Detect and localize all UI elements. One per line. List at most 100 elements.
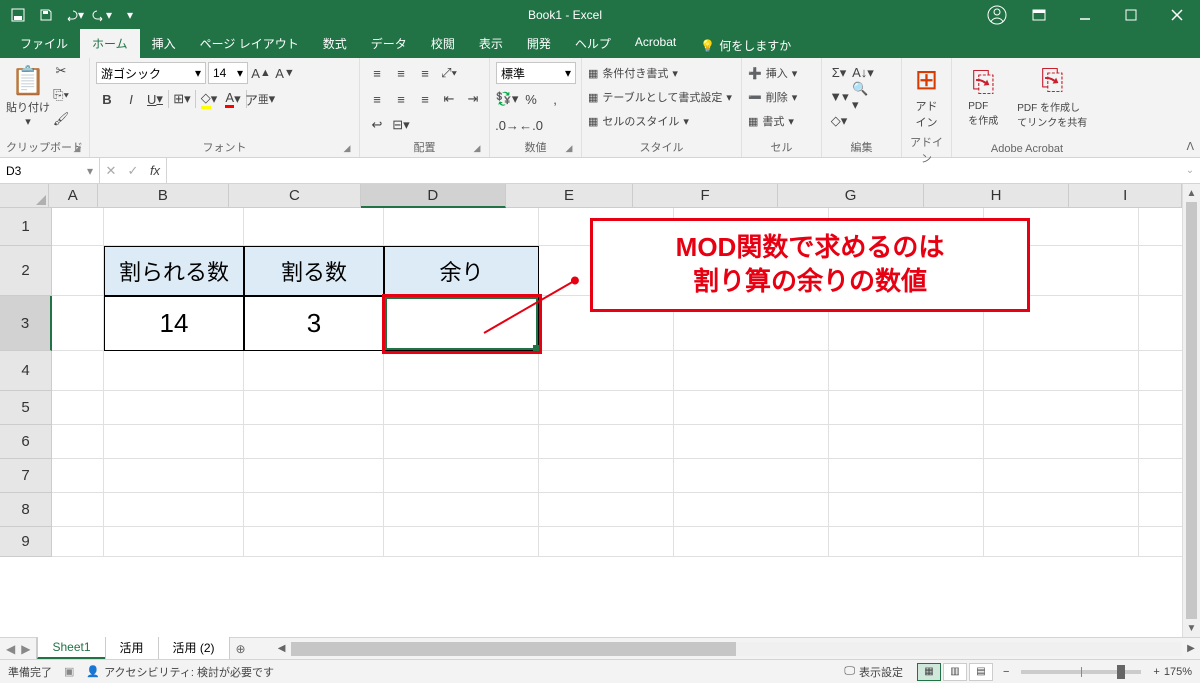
merge-button[interactable]: ⊟▾ xyxy=(390,114,412,136)
row-header-3[interactable]: 3 xyxy=(0,296,52,351)
cell-A6[interactable] xyxy=(52,425,104,459)
cell-A5[interactable] xyxy=(52,391,104,425)
macro-record-icon[interactable]: ▣ xyxy=(64,665,74,678)
cell-I7[interactable] xyxy=(1139,459,1182,493)
cell-F6[interactable] xyxy=(674,425,829,459)
scroll-left-button[interactable]: ◀ xyxy=(273,643,291,654)
cell-I8[interactable] xyxy=(1139,493,1182,527)
cell-G8[interactable] xyxy=(829,493,984,527)
align-center-button[interactable]: ≡ xyxy=(390,88,412,110)
horizontal-scrollbar[interactable]: ◀ ▶ xyxy=(273,638,1200,659)
scroll-right-button[interactable]: ▶ xyxy=(1182,643,1200,654)
number-format-select[interactable]: 標準▾ xyxy=(496,62,576,84)
cell-D1[interactable] xyxy=(384,208,539,246)
zoom-in-button[interactable]: + xyxy=(1153,666,1159,678)
vscroll-thumb[interactable] xyxy=(1186,202,1197,619)
tab-データ[interactable]: データ xyxy=(359,29,419,58)
cell-E7[interactable] xyxy=(539,459,674,493)
cell-D8[interactable] xyxy=(384,493,539,527)
cell-G9[interactable] xyxy=(829,527,984,557)
cell-B6[interactable] xyxy=(104,425,244,459)
cell-C5[interactable] xyxy=(244,391,384,425)
cell-E6[interactable] xyxy=(539,425,674,459)
indent-inc-button[interactable]: ⇥ xyxy=(462,88,484,110)
select-all-corner[interactable] xyxy=(0,184,49,208)
cell-D7[interactable] xyxy=(384,459,539,493)
accounting-button[interactable]: 💱▾ xyxy=(496,88,518,110)
accessibility-status[interactable]: アクセシビリティ: 検討が必要です xyxy=(104,664,274,680)
cell-H8[interactable] xyxy=(984,493,1139,527)
tab-開発[interactable]: 開発 xyxy=(515,29,563,58)
align-left-button[interactable]: ≡ xyxy=(366,88,388,110)
wrap-text-button[interactable]: ↩ xyxy=(366,114,388,136)
collapse-ribbon-button[interactable]: ᐱ xyxy=(1186,140,1194,153)
cell-I9[interactable] xyxy=(1139,527,1182,557)
cell-A7[interactable] xyxy=(52,459,104,493)
cell-E8[interactable] xyxy=(539,493,674,527)
normal-view-button[interactable]: ▦ xyxy=(917,663,941,681)
row-header-5[interactable]: 5 xyxy=(0,391,52,425)
sheet-nav[interactable]: ◀▶ xyxy=(0,638,37,659)
col-header-E[interactable]: E xyxy=(506,184,633,208)
paste-button[interactable]: 📋 貼り付け▾ xyxy=(6,60,50,132)
cell-B1[interactable] xyxy=(104,208,244,246)
align-launcher[interactable]: ◢ xyxy=(471,143,483,155)
cell-I1[interactable] xyxy=(1139,208,1182,246)
cell-E5[interactable] xyxy=(539,391,674,425)
format-cells-button[interactable]: ▦書式▾ xyxy=(748,110,794,132)
tell-me[interactable]: 💡 何をしますか xyxy=(700,37,791,58)
font-name-select[interactable]: 游ゴシック▾ xyxy=(96,62,206,84)
insert-function-button[interactable]: fx xyxy=(144,160,166,182)
cell-B8[interactable] xyxy=(104,493,244,527)
row-header-1[interactable]: 1 xyxy=(0,208,52,246)
cell-D9[interactable] xyxy=(384,527,539,557)
cell-E4[interactable] xyxy=(539,351,674,391)
cell-F7[interactable] xyxy=(674,459,829,493)
col-header-B[interactable]: B xyxy=(98,184,229,208)
cell-A8[interactable] xyxy=(52,493,104,527)
clipboard-launcher[interactable]: ◢ xyxy=(71,143,83,155)
pdf-create-button[interactable]: ⎘ PDF を作成 xyxy=(958,60,1009,132)
shrink-font-button[interactable]: A▼ xyxy=(274,62,296,84)
cell-A1[interactable] xyxy=(52,208,104,246)
cell-E9[interactable] xyxy=(539,527,674,557)
comma-button[interactable]: , xyxy=(544,88,566,110)
cell-I3[interactable] xyxy=(1139,296,1182,351)
cell-B7[interactable] xyxy=(104,459,244,493)
qat-customize[interactable]: ▾ xyxy=(118,3,142,27)
row-header-2[interactable]: 2 xyxy=(0,246,52,296)
cell-D5[interactable] xyxy=(384,391,539,425)
row-header-8[interactable]: 8 xyxy=(0,493,52,527)
font-size-select[interactable]: 14▾ xyxy=(208,62,248,84)
decrease-decimal-button[interactable]: ←.0 xyxy=(520,114,542,136)
redo-button[interactable]: ▾ xyxy=(90,3,114,27)
cell-G4[interactable] xyxy=(829,351,984,391)
cell-C6[interactable] xyxy=(244,425,384,459)
cell-C4[interactable] xyxy=(244,351,384,391)
delete-cells-button[interactable]: ➖削除▾ xyxy=(748,86,797,108)
formula-input[interactable] xyxy=(167,158,1180,183)
cell-F9[interactable] xyxy=(674,527,829,557)
col-header-A[interactable]: A xyxy=(49,184,98,208)
cells-area[interactable]: 割られる数割る数余り143 MOD関数で求めるのは 割り算の余りの数値 xyxy=(52,208,1182,557)
cell-D2[interactable]: 余り xyxy=(384,246,539,296)
borders-button[interactable]: ⊞▾ xyxy=(171,88,193,110)
save-button[interactable] xyxy=(34,3,58,27)
cell-H9[interactable] xyxy=(984,527,1139,557)
cut-button[interactable]: ✂ xyxy=(50,60,72,82)
cell-B4[interactable] xyxy=(104,351,244,391)
cell-G6[interactable] xyxy=(829,425,984,459)
cell-D4[interactable] xyxy=(384,351,539,391)
copy-button[interactable]: ⎘▾ xyxy=(50,84,72,106)
cell-C7[interactable] xyxy=(244,459,384,493)
cell-A9[interactable] xyxy=(52,527,104,557)
sheet-tab-Sheet1[interactable]: Sheet1 xyxy=(37,636,105,659)
cell-G5[interactable] xyxy=(829,391,984,425)
font-color-button[interactable]: A▾ xyxy=(222,88,244,110)
maximize-button[interactable] xyxy=(1108,0,1154,30)
cell-F5[interactable] xyxy=(674,391,829,425)
italic-button[interactable]: I xyxy=(120,88,142,110)
font-launcher[interactable]: ◢ xyxy=(341,143,353,155)
zoom-level[interactable]: 175% xyxy=(1164,666,1192,678)
zoom-slider[interactable] xyxy=(1021,670,1141,674)
